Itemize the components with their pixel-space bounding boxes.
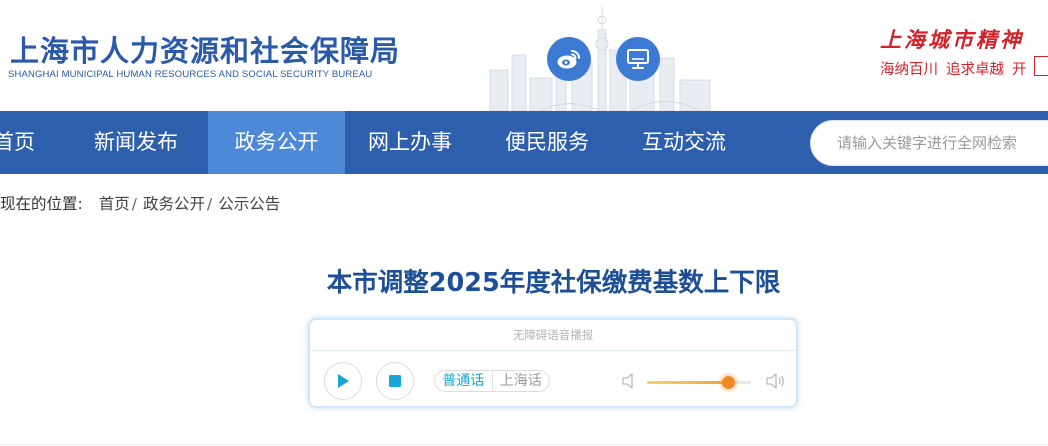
- spirit-phrase: 开: [1012, 62, 1027, 78]
- article-title: 本市调整2025年度社保缴费基数上下限: [326, 268, 781, 298]
- breadcrumb-government-affairs[interactable]: 政务公开: [143, 195, 205, 213]
- site-search-input[interactable]: [810, 120, 1048, 166]
- nav-item-public-services[interactable]: 便民服务: [505, 111, 589, 174]
- language-toggle[interactable]: 普通话 上海话: [434, 370, 550, 392]
- skyline-illustration: [489, 6, 711, 111]
- nav-item-interaction[interactable]: 互动交流: [642, 111, 726, 174]
- desktop-icon-button[interactable]: [616, 37, 660, 81]
- breadcrumb-separator: /: [131, 195, 137, 213]
- play-icon: [338, 374, 349, 388]
- desktop-icon: [627, 49, 649, 69]
- spirit-phrase: 海纳百川: [880, 62, 938, 78]
- weibo-icon-button[interactable]: [547, 37, 591, 81]
- stop-button[interactable]: [376, 362, 414, 400]
- language-option-mandarin[interactable]: 普通话: [435, 371, 492, 391]
- breadcrumb-announcements[interactable]: 公示公告: [218, 195, 280, 213]
- nav-item-online-services[interactable]: 网上办事: [368, 111, 452, 174]
- stop-icon: [389, 375, 401, 387]
- spirit-phrase: 追求卓越: [946, 62, 1004, 78]
- city-spirit-phrases: 海纳百川 追求卓越开: [880, 58, 1035, 79]
- volume-slider[interactable]: [647, 376, 751, 389]
- content-divider: [0, 444, 1048, 445]
- breadcrumb-home[interactable]: 首页: [99, 195, 130, 213]
- breadcrumb: 现在的位置: 首页 / 政务公开 / 公示公告: [0, 192, 280, 216]
- breadcrumb-separator: /: [207, 195, 213, 213]
- site-logo-subtitle: SHANGHAI MUNICIPAL HUMAN RESOURCES AND S…: [8, 69, 373, 80]
- volume-fill: [647, 381, 729, 384]
- site-header: 上海市人力资源和社会保障局 SHANGHAI MUNICIPAL HUMAN R…: [0, 0, 1048, 111]
- volume-handle[interactable]: [722, 376, 736, 389]
- nav-item-news[interactable]: 新闻发布: [94, 111, 178, 174]
- breadcrumb-label: 现在的位置:: [0, 195, 83, 213]
- volume-high-icon[interactable]: [766, 372, 786, 390]
- city-spirit-title: 上海城市精神: [880, 27, 1024, 52]
- site-logo-title[interactable]: 上海市人力资源和社会保障局: [10, 28, 400, 70]
- play-button[interactable]: [324, 362, 362, 400]
- tts-player-header: 无障碍语音播报: [310, 320, 796, 351]
- weibo-icon: [557, 50, 580, 69]
- tts-player: 无障碍语音播报 普通话 上海话: [308, 318, 798, 408]
- volume-low-icon[interactable]: [622, 372, 636, 390]
- nav-item-government-affairs[interactable]: 政务公开: [208, 111, 345, 174]
- nav-item-home[interactable]: 首页: [0, 111, 35, 174]
- language-option-shanghainese[interactable]: 上海话: [491, 371, 550, 391]
- spirit-marker: [1034, 56, 1048, 76]
